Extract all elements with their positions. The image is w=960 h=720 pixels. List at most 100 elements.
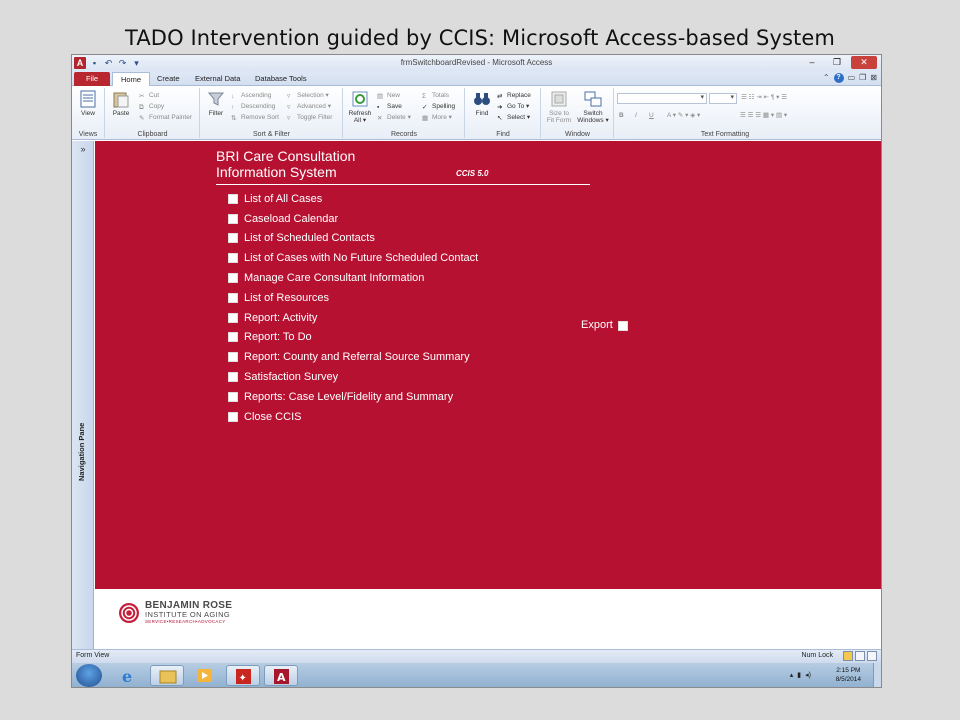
select-button[interactable]: ↖ Select ▾	[497, 113, 530, 122]
spelling-button[interactable]: ✓ Spelling	[422, 102, 455, 111]
form-title-line1: BRI Care Consultation	[216, 148, 356, 164]
paste-button[interactable]: Paste	[108, 90, 134, 117]
menu-checkbox[interactable]	[228, 193, 238, 204]
menu-checkbox[interactable]	[228, 411, 238, 422]
volume-icon[interactable]: ◂)	[805, 671, 811, 679]
view-button[interactable]: View	[75, 90, 101, 117]
system-tray: ▴ ▮ ◂)	[790, 671, 811, 679]
menu-item-report-activity[interactable]: Report: Activity	[228, 308, 478, 328]
close-db-icon[interactable]: ⊠	[870, 73, 877, 83]
menu-item-no-future-contact[interactable]: List of Cases with No Future Scheduled C…	[228, 248, 478, 268]
menu-checkbox[interactable]	[228, 213, 238, 224]
minimize-ribbon-icon[interactable]: ⌃	[823, 73, 830, 83]
taskbar-access[interactable]: A	[264, 665, 298, 686]
font-size-dropdown[interactable]: ▾	[709, 93, 737, 104]
menu-checkbox[interactable]	[228, 391, 238, 402]
menu-item-report-todo[interactable]: Report: To Do	[228, 328, 478, 348]
switchboard-menu: List of All Cases Caseload Calendar List…	[228, 189, 478, 427]
maximize-button[interactable]: ❐	[826, 56, 848, 69]
menu-item-satisfaction-survey[interactable]: Satisfaction Survey	[228, 367, 478, 387]
menu-checkbox[interactable]	[228, 253, 238, 264]
tab-file[interactable]: File	[74, 72, 110, 86]
toggle-filter-button[interactable]: ▿ Toggle Filter	[287, 113, 332, 122]
menu-checkbox[interactable]	[228, 352, 238, 363]
menu-item-report-county-referral[interactable]: Report: County and Referral Source Summa…	[228, 347, 478, 367]
ribbon-tabs: File Home Create External Data Database …	[72, 71, 881, 87]
menu-item-list-resources[interactable]: List of Resources	[228, 288, 478, 308]
totals-button[interactable]: Σ Totals	[422, 91, 449, 100]
menu-checkbox[interactable]	[228, 292, 238, 303]
layout-view-button[interactable]	[855, 651, 865, 661]
menu-item-list-all-cases[interactable]: List of All Cases	[228, 189, 478, 209]
delete-record-button[interactable]: ✕ Delete ▾	[377, 113, 411, 122]
italic-button[interactable]: I	[635, 111, 637, 120]
align-center-icon: ☰	[747, 112, 754, 119]
clock[interactable]: 2:15 PM 8/5/2014	[836, 666, 861, 684]
tab-database-tools[interactable]: Database Tools	[247, 72, 315, 86]
tray-expand-icon[interactable]: ▴	[790, 671, 794, 679]
cut-button[interactable]: ✂ Cut	[139, 91, 159, 100]
new-record-button[interactable]: ▤ New	[377, 91, 400, 100]
menu-item-manage-consultant[interactable]: Manage Care Consultant Information	[228, 268, 478, 288]
goto-button[interactable]: ➜ Go To ▾	[497, 102, 529, 111]
switchboard-form: BRI Care Consultation Information System…	[95, 141, 881, 589]
taskbar-media-player[interactable]	[188, 665, 222, 686]
status-num-lock: Num Lock	[801, 652, 833, 659]
descending-button[interactable]: ↑ Descending	[231, 102, 275, 111]
close-button[interactable]: ✕	[851, 56, 877, 69]
align-right-icon: ☰	[755, 112, 762, 119]
selection-button[interactable]: ▿ Selection ▾	[287, 91, 329, 100]
menu-checkbox[interactable]	[228, 332, 238, 343]
list-buttons[interactable]: ☰ ☷ ⇥ ⇤ ¶ ▾ ☰	[741, 93, 787, 102]
remove-sort-button[interactable]: ⇅ Remove Sort	[231, 113, 279, 122]
taskbar-explorer[interactable]	[150, 665, 184, 686]
advanced-button[interactable]: ▿ Advanced ▾	[287, 102, 331, 111]
menu-checkbox[interactable]	[228, 312, 238, 323]
form-view-button[interactable]	[843, 651, 853, 661]
replace-button[interactable]: ⇄ Replace	[497, 91, 531, 100]
filter-button[interactable]: Filter	[203, 90, 229, 117]
menu-item-scheduled-contacts[interactable]: List of Scheduled Contacts	[228, 229, 478, 249]
switch-windows-button[interactable]: Switch Windows ▾	[576, 90, 610, 124]
menu-item-reports-case-level[interactable]: Reports: Case Level/Fidelity and Summary	[228, 387, 478, 407]
restore-down-icon[interactable]: ❐	[859, 73, 866, 83]
menu-item-caseload-calendar[interactable]: Caseload Calendar	[228, 209, 478, 229]
benjamin-rose-logo-icon	[119, 603, 139, 623]
tab-home[interactable]: Home	[112, 72, 151, 87]
help-icon[interactable]: ?	[833, 73, 844, 83]
bold-button[interactable]: B	[619, 111, 624, 120]
export-checkbox[interactable]	[617, 321, 628, 331]
export-option[interactable]: Export	[581, 318, 628, 331]
restore-icon[interactable]: ▭	[848, 73, 856, 83]
design-view-button[interactable]	[867, 651, 877, 661]
network-icon[interactable]: ▮	[797, 671, 801, 679]
tab-external-data[interactable]: External Data	[187, 72, 248, 86]
menu-checkbox[interactable]	[228, 372, 238, 383]
ascending-button[interactable]: ↓ Ascending	[231, 91, 271, 100]
font-color-button[interactable]: A ▾ ✎ ▾ ◈ ▾	[667, 111, 700, 120]
form-title-line2: Information System	[216, 164, 337, 180]
show-desktop-button[interactable]	[873, 663, 881, 687]
start-button[interactable]	[76, 664, 102, 687]
menu-checkbox[interactable]	[228, 233, 238, 244]
font-name-dropdown[interactable]: ▾	[617, 93, 707, 104]
alignment-buttons[interactable]: ☰ ☰ ☰ ▦ ▾ ▤ ▾	[740, 111, 787, 120]
alt-row-color-icon: ▤	[775, 112, 783, 119]
refresh-all-button[interactable]: Refresh All ▾	[347, 90, 373, 124]
find-button[interactable]: Find	[469, 90, 495, 117]
tab-create[interactable]: Create	[149, 72, 188, 86]
taskbar-ie[interactable]: e	[112, 665, 146, 686]
expand-nav-icon[interactable]: »	[72, 144, 94, 154]
underline-button[interactable]: U	[649, 111, 654, 120]
menu-item-close-ccis[interactable]: Close CCIS	[228, 407, 478, 427]
copy-button[interactable]: ⧉ Copy	[139, 102, 164, 111]
format-painter-button[interactable]: ✎ Format Painter	[139, 113, 192, 122]
switch-windows-icon	[584, 91, 602, 107]
size-to-fit-button[interactable]: Size to Fit Form	[544, 90, 574, 124]
navigation-pane[interactable]: » Navigation Pane	[72, 141, 94, 649]
save-record-button[interactable]: ▪ Save	[377, 102, 402, 111]
minimize-button[interactable]: –	[801, 56, 823, 69]
taskbar-acrobat[interactable]: ✦	[226, 665, 260, 686]
more-button[interactable]: ▦ More ▾	[422, 113, 452, 122]
menu-checkbox[interactable]	[228, 273, 238, 284]
